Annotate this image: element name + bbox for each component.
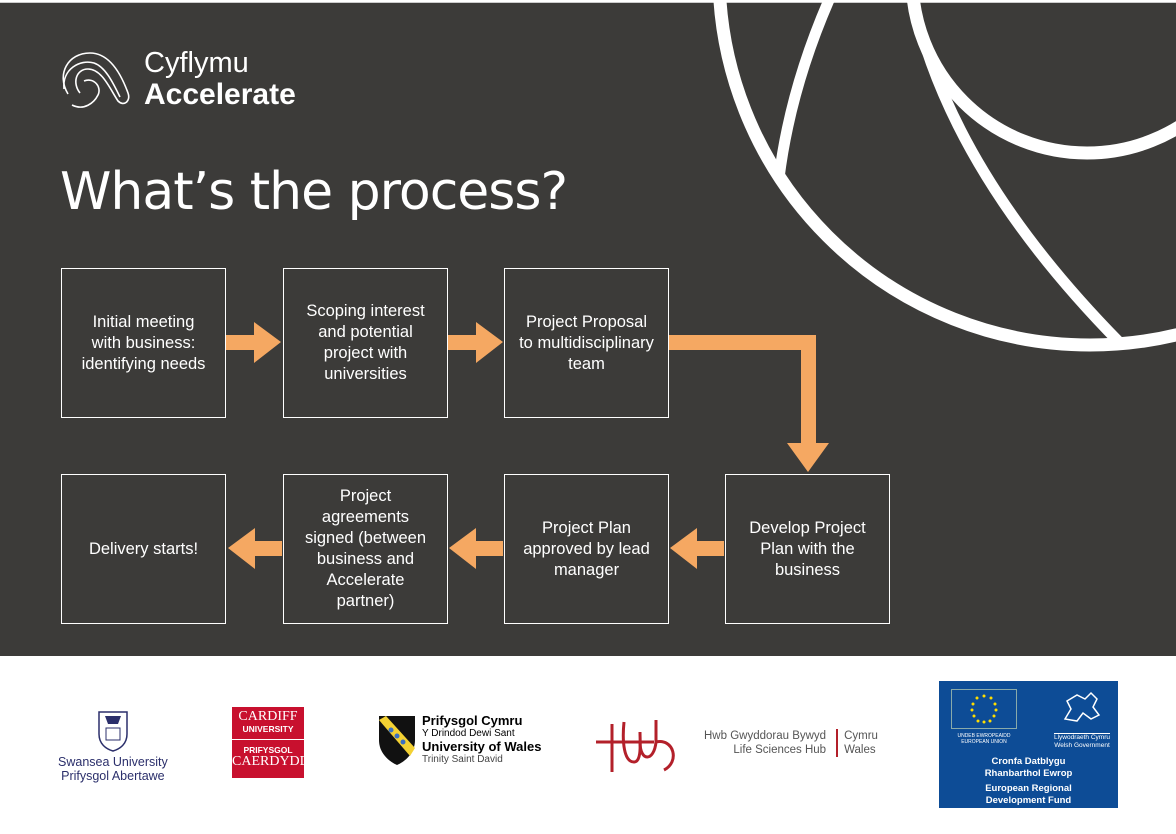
uwtsd-shield-icon: [379, 716, 415, 765]
uwtsd-logo: Prifysgol Cymru Y Drindod Dewi Sant Univ…: [378, 714, 541, 766]
eu-flag-icon: [951, 689, 1017, 729]
arrow-right-icon: [448, 322, 503, 363]
welsh-dragon-icon: [1063, 691, 1101, 722]
arrow-left-icon: [228, 528, 282, 569]
arrow-left-icon: [670, 528, 724, 569]
arrow-right-icon: [226, 322, 281, 363]
erdf-funding-logo: UNDEB EWROPEAIDD EUROPEAN UNION Llywodra…: [939, 681, 1118, 808]
cardiff-university-logo: CARDIFF UNIVERSITY PRIFYSGOL CAERDYDD: [232, 707, 310, 778]
arrow-elbow-down-icon: [669, 335, 829, 472]
hwb-logo-icon: [596, 720, 675, 772]
swansea-crest-icon: [98, 711, 128, 752]
flow-arrows: [226, 322, 829, 569]
life-sciences-hub-logo: Hwb Gwyddorau Bywyd Life Sciences Hub Cy…: [594, 712, 878, 774]
swansea-university-logo: Swansea University Prifysgol Abertawe: [58, 708, 168, 783]
arrow-left-icon: [449, 528, 503, 569]
